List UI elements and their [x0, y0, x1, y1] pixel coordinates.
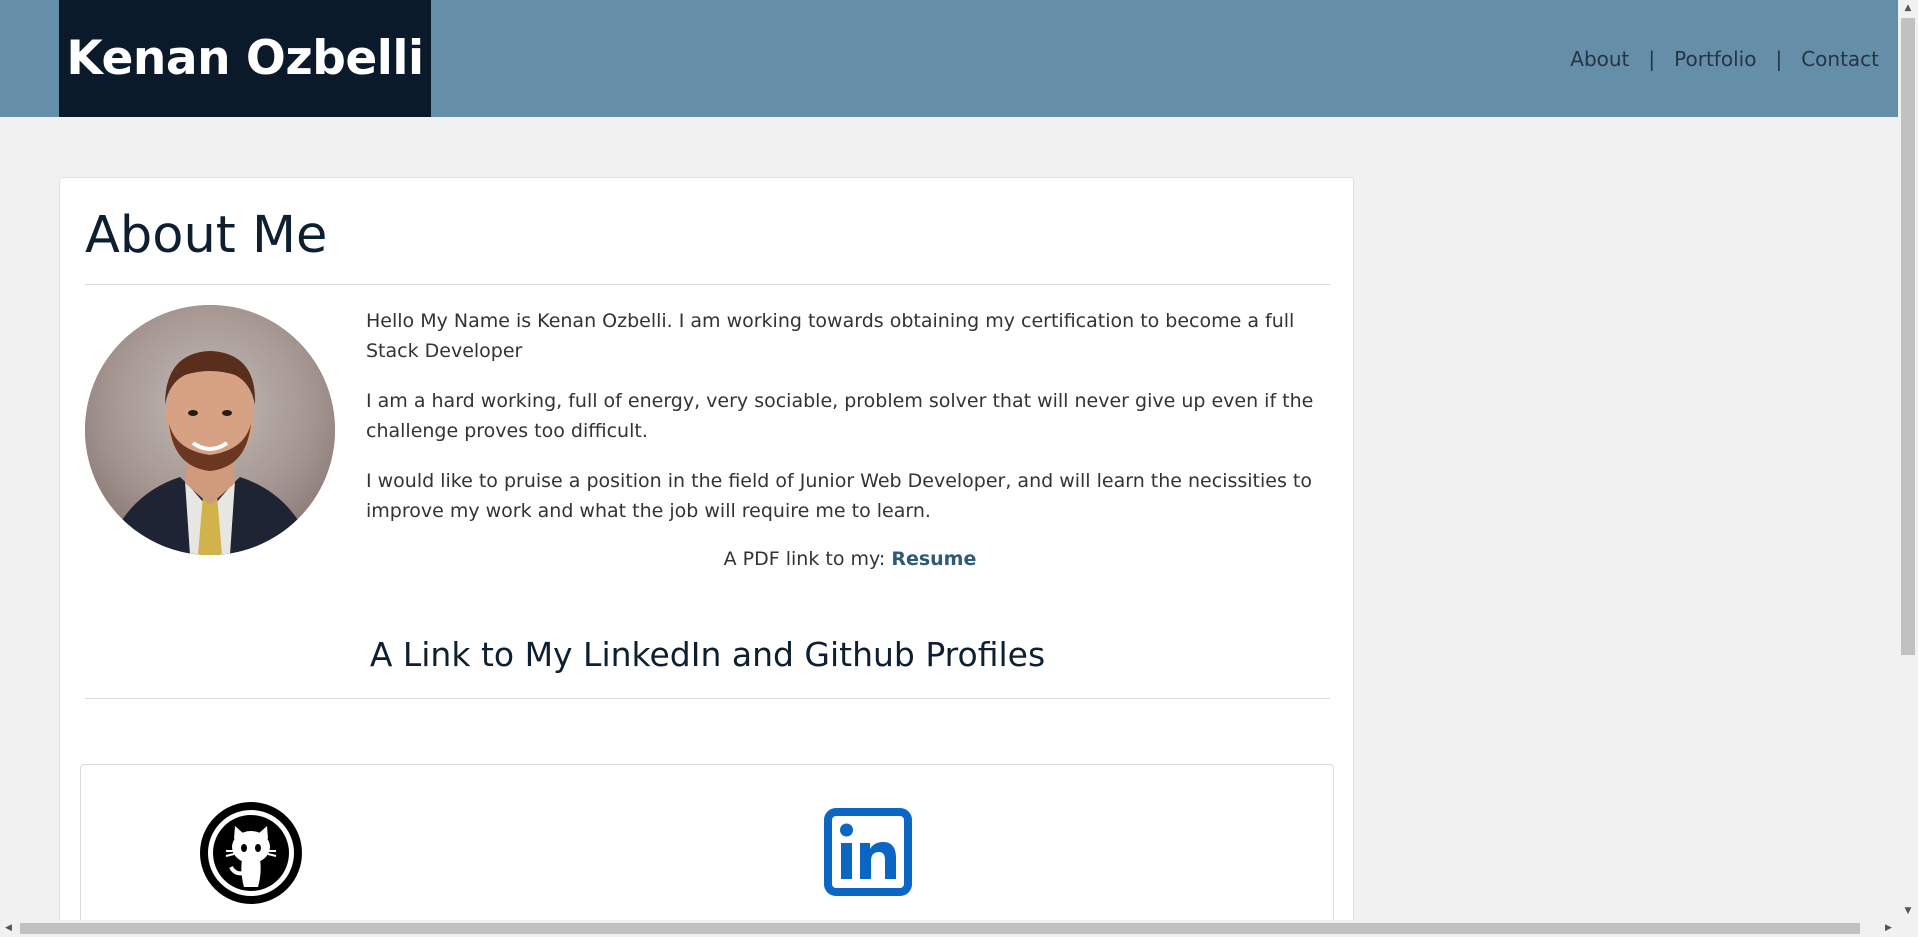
profile-photo-illustration — [85, 305, 335, 555]
linkedin-profile-link[interactable] — [824, 808, 912, 896]
github-profile-link[interactable] — [199, 801, 303, 905]
page-title: About Me — [85, 206, 328, 265]
brand-logo[interactable]: Kenan Ozbelli — [59, 0, 431, 117]
vertical-scroll-thumb[interactable] — [1901, 18, 1915, 655]
profile-photo — [85, 305, 335, 555]
main-nav: About | Portfolio | Contact — [1570, 0, 1879, 117]
scroll-up-arrow-icon[interactable]: ▲ — [1898, 0, 1918, 17]
linkedin-icon — [824, 808, 912, 896]
nav-contact-link[interactable]: Contact — [1801, 47, 1879, 71]
about-card: About Me Hello My Name is Kenan Ozbelli.… — [59, 177, 1354, 920]
vertical-scrollbar[interactable]: ▲ ▼ — [1898, 0, 1918, 920]
scroll-down-arrow-icon[interactable]: ▼ — [1898, 903, 1918, 920]
nav-portfolio-link[interactable]: Portfolio — [1674, 47, 1756, 71]
title-divider — [85, 284, 1330, 285]
site-header: Kenan Ozbelli About | Portfolio | Contac… — [0, 0, 1898, 117]
profiles-divider — [85, 698, 1330, 699]
nav-separator: | — [1648, 46, 1656, 71]
profiles-heading: A Link to My LinkedIn and Github Profile… — [369, 635, 1046, 674]
github-icon — [200, 802, 302, 904]
horizontal-scrollbar[interactable]: ◀ ▶ — [0, 920, 1918, 937]
nav-separator: | — [1775, 46, 1783, 71]
bio-paragraph: I am a hard working, full of energy, ver… — [366, 390, 1314, 442]
profile-links-panel — [80, 764, 1334, 920]
bio-paragraph: Hello My Name is Kenan Ozbelli. I am wor… — [366, 310, 1295, 362]
scroll-right-arrow-icon[interactable]: ▶ — [1880, 920, 1897, 937]
bio-paragraph: I would like to pruise a position in the… — [366, 470, 1312, 522]
bio-text: Hello My Name is Kenan Ozbelli. I am wor… — [366, 306, 1334, 546]
resume-prefix: A PDF link to my: — [723, 548, 886, 570]
scroll-left-arrow-icon[interactable]: ◀ — [0, 920, 17, 937]
resume-line: A PDF link to my: Resume — [366, 548, 1334, 570]
horizontal-scroll-thumb[interactable] — [20, 923, 1860, 934]
brand-name: Kenan Ozbelli — [66, 31, 424, 86]
nav-about-link[interactable]: About — [1570, 47, 1629, 71]
page-viewport: Kenan Ozbelli About | Portfolio | Contac… — [0, 0, 1898, 920]
resume-link[interactable]: Resume — [891, 548, 976, 570]
